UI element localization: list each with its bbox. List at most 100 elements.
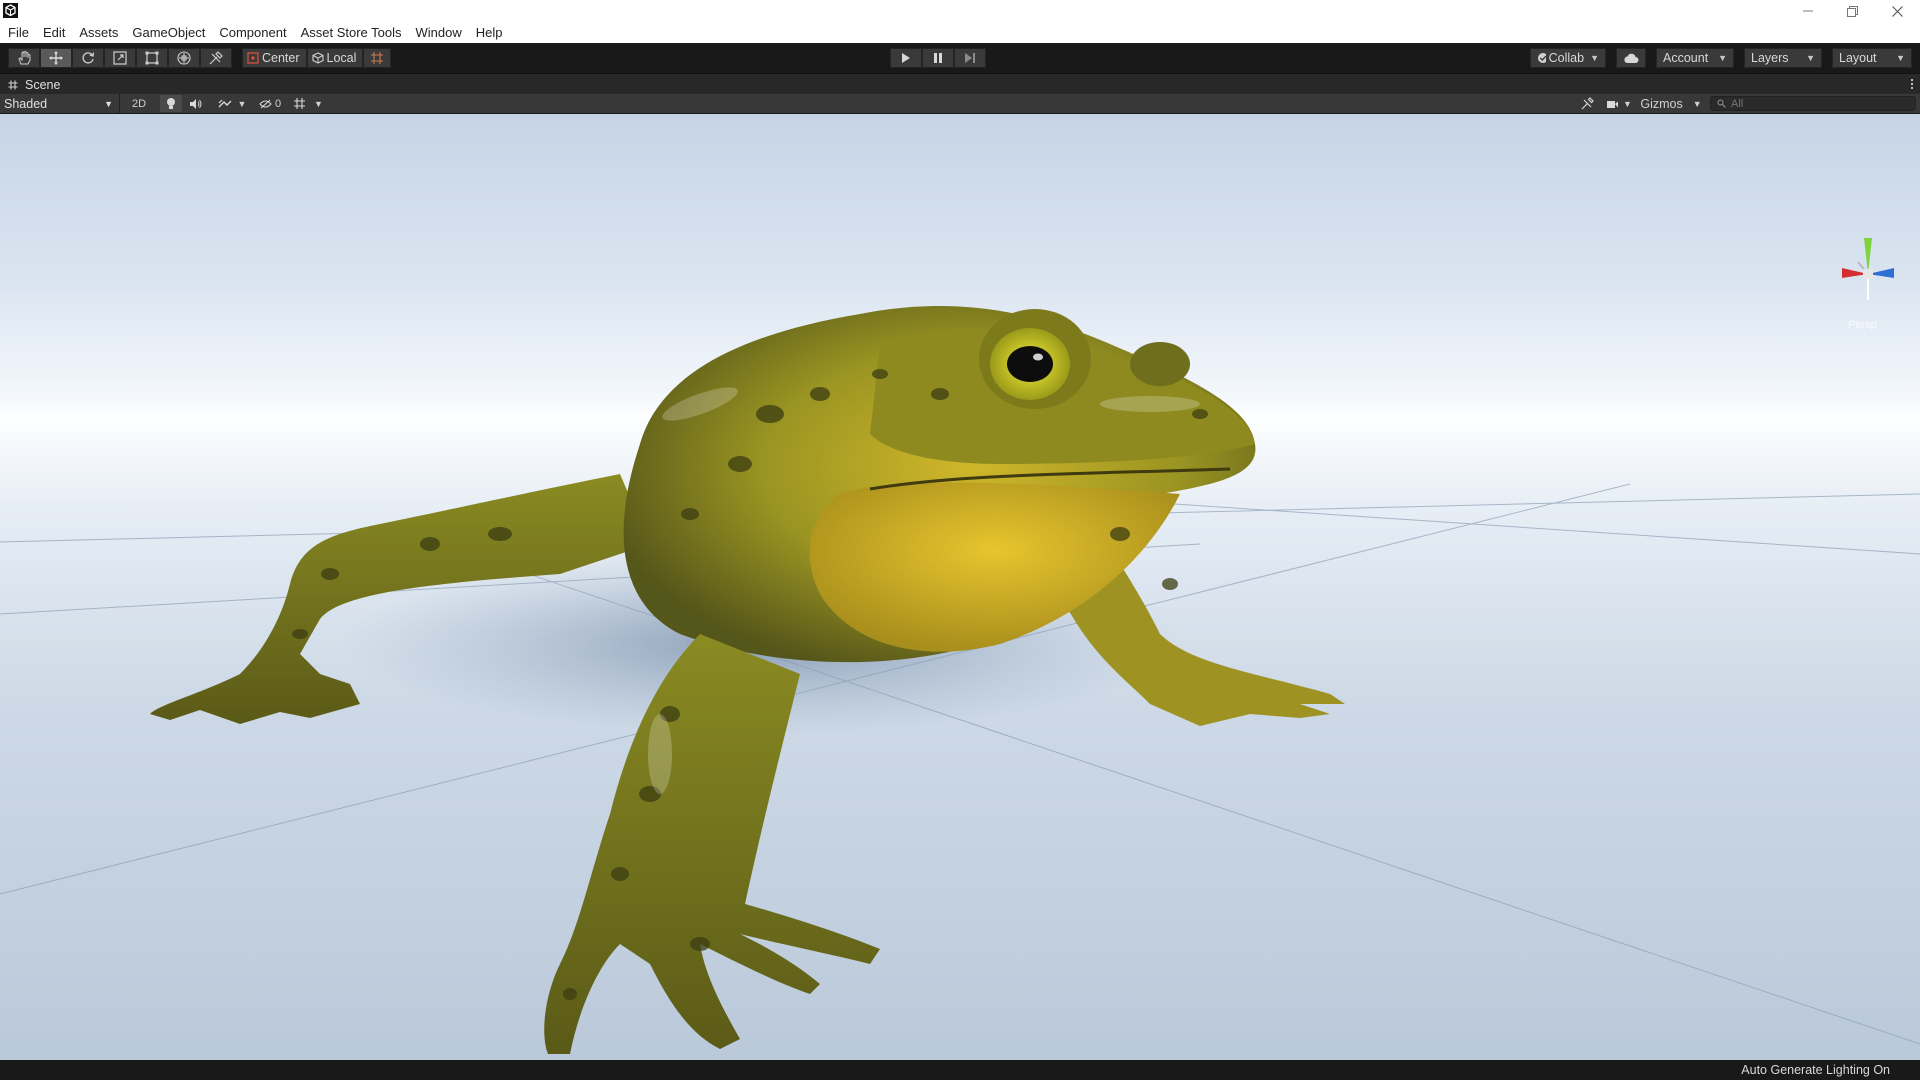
frog-model [150,305,1345,1054]
scale-tool-button[interactable] [104,48,136,68]
rect-icon [145,51,159,65]
layout-label: Layout [1839,51,1877,65]
close-button[interactable] [1875,0,1920,22]
search-placeholder: All [1731,97,1744,110]
scene-view-toolbar: Shaded ▼ 2D ▼ 0 ▼ ▼ Gizmos ▼ All [0,94,1920,114]
account-label: Account [1663,51,1709,65]
restore-button[interactable] [1830,0,1875,22]
toggle-2d-label: 2D [131,97,147,110]
scene-render [0,305,1920,1054]
cloud-button[interactable] [1616,48,1646,68]
minimize-icon [1802,10,1813,12]
pause-button[interactable] [922,48,954,68]
pivot-rotation-label: Local [326,51,357,65]
rotate-icon [82,52,95,64]
unity-logo-icon [3,3,18,18]
speaker-icon [189,98,201,109]
menu-edit[interactable]: Edit [36,22,72,43]
chevron-down-icon: ▼ [1590,53,1599,63]
minimize-button[interactable] [1785,0,1830,22]
move-icon [49,51,63,65]
tab-scene[interactable]: Scene [0,74,60,95]
menu-assets[interactable]: Assets [72,22,125,43]
pivot-mode-button[interactable]: Center [242,48,307,68]
gizmos-dropdown[interactable]: Gizmos ▼ [1638,95,1704,112]
title-bar: File Edit Assets GameObject Component As… [0,0,1920,43]
menu-gameobject[interactable]: GameObject [125,22,212,43]
menu-asset-store-tools[interactable]: Asset Store Tools [294,22,409,43]
scene-tab-label: Scene [25,77,61,92]
restore-icon [1847,5,1858,17]
hand-tool-button[interactable] [8,48,40,68]
transform-tool-button[interactable] [168,48,200,68]
collab-label: Collab [1548,51,1585,65]
layers-label: Layers [1751,51,1789,65]
scene-search-field[interactable]: All [1710,96,1916,111]
collab-button[interactable]: Collab ▼ [1530,48,1606,68]
custom-tool-button[interactable] [200,48,232,68]
draw-mode-dropdown[interactable]: Shaded ▼ [0,94,120,113]
pivot-mode-label: Center [262,51,300,65]
close-icon [1892,5,1903,17]
menu-component[interactable]: Component [212,22,293,43]
menu-file[interactable]: File [0,22,36,43]
search-icon [1717,99,1726,108]
transform-icon [177,51,191,65]
chevron-down-icon: ▼ [1896,53,1905,63]
step-icon [965,53,975,63]
custom-tool-icon [209,51,223,65]
layout-dropdown[interactable]: Layout ▼ [1832,48,1912,68]
scene-viewport[interactable]: Persp [0,114,1920,1060]
draw-mode-label: Shaded [4,96,48,111]
scene-effects-dropdown[interactable]: ▼ [214,95,250,112]
move-tool-button[interactable] [40,48,72,68]
scale-icon [113,51,127,65]
menu-bar: File Edit Assets GameObject Component As… [0,22,510,43]
projection-label[interactable]: Persp [1848,319,1877,331]
local-space-icon [311,52,324,64]
camera-icon [1607,100,1619,108]
chevron-down-icon: ▼ [104,98,113,109]
main-toolbar: Center Local Collab ▼ Account ▼ Layers ▼… [0,43,1920,73]
rotate-tool-button[interactable] [72,48,104,68]
status-text: Auto Generate Lighting On [1741,1063,1890,1077]
rect-tool-button[interactable] [136,48,168,68]
play-icon [902,53,910,63]
scene-lighting-button[interactable] [160,95,182,112]
transform-tools [8,48,232,68]
chevron-down-icon: ▼ [1692,98,1702,109]
orientation-gizmo[interactable] [1828,234,1908,314]
menu-help[interactable]: Help [469,22,510,43]
toggle-2d-button[interactable]: 2D [126,95,152,112]
gizmos-label: Gizmos [1640,96,1683,111]
grid-snap-icon [371,52,384,64]
cloud-icon [1624,53,1639,63]
hidden-count: 0 [274,97,282,110]
light-bulb-icon [167,98,175,109]
chevron-down-icon: ▼ [1806,53,1815,63]
layers-dropdown[interactable]: Layers ▼ [1744,48,1822,68]
grid-snap-button[interactable] [363,48,392,68]
hidden-objects-toggle[interactable]: 0 [256,95,284,112]
scene-audio-button[interactable] [184,95,206,112]
account-dropdown[interactable]: Account ▼ [1656,48,1734,68]
chevron-down-icon: ▼ [1623,98,1632,109]
window-controls [1785,0,1920,22]
chevron-down-icon: ▼ [314,98,323,109]
playmode-controls [890,48,986,68]
chevron-down-icon: ▼ [237,98,247,109]
play-button[interactable] [890,48,922,68]
menu-window[interactable]: Window [409,22,469,43]
step-button[interactable] [954,48,986,68]
scene-hash-icon [8,80,18,90]
grid-visibility-dropdown[interactable]: ▼ [290,95,326,112]
scene-camera-dropdown[interactable]: ▼ [1604,95,1634,112]
chevron-down-icon: ▼ [1718,53,1727,63]
grid-icon [294,98,306,109]
pivot-controls: Center Local [242,48,392,68]
scene-tools-button[interactable] [1576,95,1598,112]
effects-icon [218,99,232,107]
pivot-rotation-button[interactable]: Local [306,48,364,68]
collab-check-icon [1538,53,1546,63]
tab-menu-icon[interactable] [1910,77,1914,91]
